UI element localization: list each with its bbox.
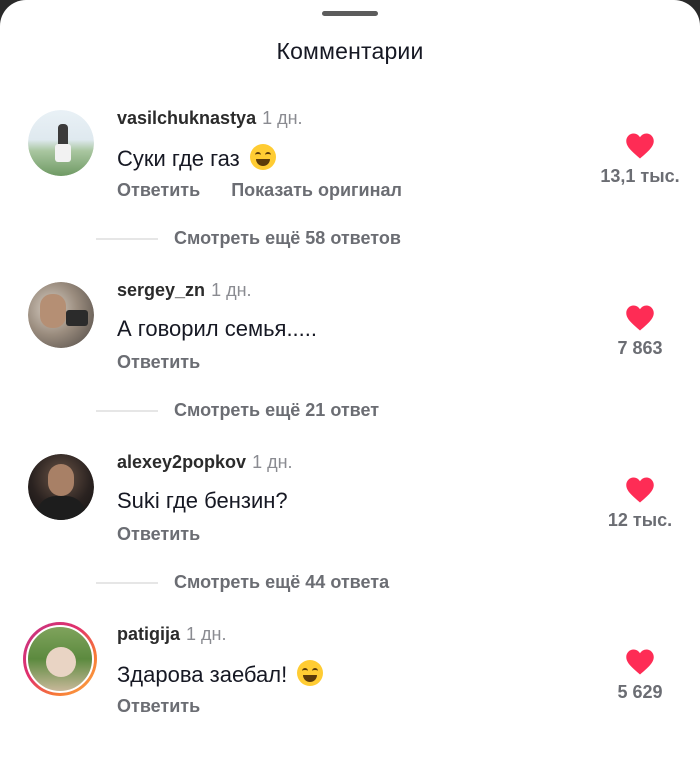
heart-icon — [626, 649, 654, 675]
comment-username[interactable]: alexey2popkov 1 дн. — [117, 452, 293, 473]
like-count: 12 тыс. — [607, 510, 673, 530]
comment-username[interactable]: patigija 1 дн. — [117, 624, 226, 645]
avatar[interactable] — [28, 110, 94, 176]
view-more-replies[interactable]: Смотреть ещё 21 ответ — [96, 400, 379, 421]
comment-text: А говорил семья..... — [117, 316, 318, 341]
laughing-emoji-icon — [297, 660, 324, 686]
comment-item: sergey_zn 1 дн. А говорил семья..... Отве… — [0, 272, 700, 402]
comment-time: 1 дн. — [252, 452, 293, 472]
comment-actions: Ответить — [117, 524, 226, 545]
heart-icon — [626, 133, 654, 159]
comment-actions: Ответить — [117, 696, 226, 717]
page-title: Комментарии — [276, 38, 424, 64]
avatar-story-ring[interactable] — [23, 622, 97, 696]
show-original-button[interactable]: Показать оригинал — [231, 180, 402, 200]
rofl-emoji-icon — [249, 144, 276, 170]
like-count: 7 863 — [617, 338, 663, 358]
heart-icon — [626, 477, 654, 503]
like-count: 5 629 — [617, 682, 663, 702]
divider — [96, 409, 158, 412]
comments-sheet: Комментарии vasilchuknastya 1 дн. Суки гд… — [0, 0, 700, 760]
comment-item: alexey2popkov 1 дн. Suki где бензин? Отве… — [0, 444, 700, 574]
avatar[interactable] — [28, 454, 94, 520]
like-button[interactable]: 7 863 — [590, 304, 690, 359]
comment-actions: Ответить Показать оригинал — [117, 180, 428, 201]
view-more-replies[interactable]: Смотреть ещё 58 ответов — [96, 228, 401, 249]
comment-item: patigija 1 дн. Здарова заебал! Ответить 5… — [0, 616, 700, 746]
like-count: 13,1 тыс. — [600, 166, 680, 186]
reply-button[interactable]: Ответить — [117, 352, 200, 372]
comment-text: Суки где газ — [117, 144, 276, 172]
like-button[interactable]: 12 тыс. — [590, 476, 690, 531]
view-more-replies[interactable]: Смотреть ещё 44 ответа — [96, 572, 389, 593]
comment-actions: Ответить — [117, 352, 226, 373]
heart-icon — [626, 305, 654, 331]
comment-time: 1 дн. — [211, 280, 252, 300]
reply-button[interactable]: Ответить — [117, 524, 200, 544]
drag-handle[interactable] — [322, 11, 378, 16]
divider — [96, 581, 158, 584]
like-button[interactable]: 13,1 тыс. — [590, 132, 690, 187]
comment-text: Здарова заебал! — [117, 660, 324, 688]
reply-button[interactable]: Ответить — [117, 696, 200, 716]
reply-button[interactable]: Ответить — [117, 180, 200, 200]
comment-text: Suki где бензин? — [117, 488, 288, 513]
comment-username[interactable]: vasilchuknastya 1 дн. — [117, 108, 303, 129]
avatar[interactable] — [28, 282, 94, 348]
like-button[interactable]: 5 629 — [590, 648, 690, 703]
comment-username[interactable]: sergey_zn 1 дн. — [117, 280, 252, 301]
comment-time: 1 дн. — [262, 108, 303, 128]
divider — [96, 237, 158, 240]
comment-time: 1 дн. — [186, 624, 227, 644]
comment-item: vasilchuknastya 1 дн. Суки где газ Ответи… — [0, 100, 700, 230]
